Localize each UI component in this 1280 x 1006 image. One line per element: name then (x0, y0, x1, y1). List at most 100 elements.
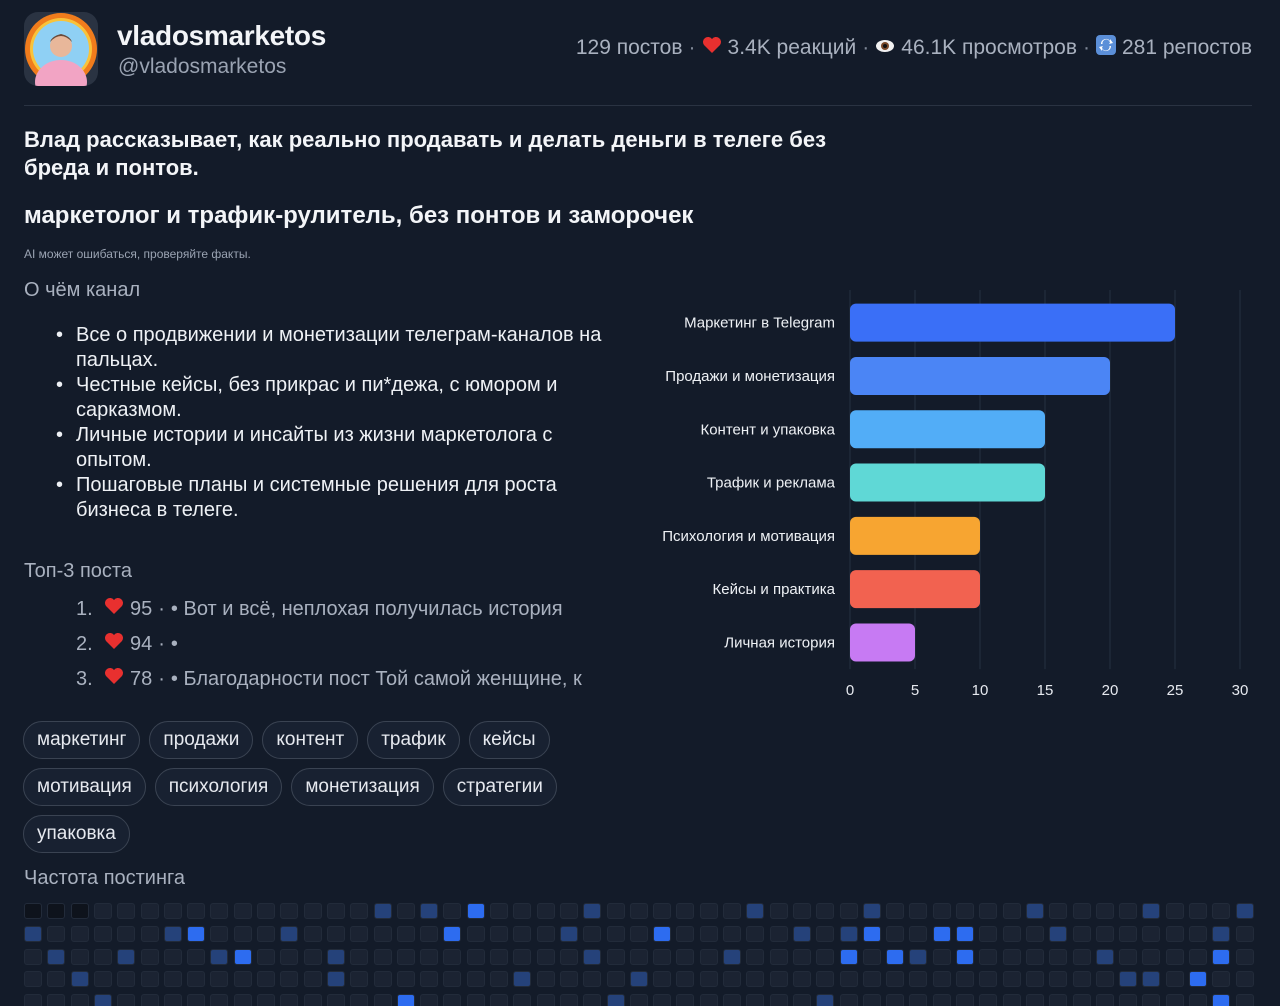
frequency-cell (257, 948, 275, 965)
views-count: 46.1K просмотров (901, 36, 1077, 59)
ai-disclaimer: AI может ошибаться, проверяйте факты. (24, 247, 251, 261)
bar[interactable] (850, 356, 1110, 395)
frequency-cell (932, 925, 951, 942)
frequency-cell (350, 971, 369, 988)
tag-chip[interactable]: кейсы (468, 721, 550, 759)
frequency-cell (24, 994, 42, 1006)
top-post-item[interactable]: 2. 94 · • (76, 627, 582, 662)
frequency-cell (1165, 903, 1184, 919)
stats-separator: · (862, 36, 870, 59)
tag-chip[interactable]: упаковка (23, 815, 130, 853)
separator: · (158, 633, 165, 655)
frequency-cell (373, 948, 392, 965)
x-tick-label: 0 (846, 682, 854, 699)
frequency-cell (1165, 925, 1184, 942)
bar[interactable] (850, 463, 1045, 502)
frequency-cell (536, 903, 555, 919)
frequency-cell (420, 925, 439, 942)
frequency-cell (117, 903, 136, 919)
frequency-cell (979, 994, 998, 1006)
frequency-cell (583, 903, 602, 919)
x-tick-label: 20 (1102, 682, 1119, 699)
frequency-cell (909, 948, 928, 965)
frequency-cell (93, 925, 112, 942)
avatar[interactable] (24, 12, 98, 86)
bar[interactable] (850, 516, 980, 555)
post-text: • Вот и всё, неплохая получилась история (170, 598, 563, 620)
tag-chip[interactable]: стратегии (442, 768, 557, 806)
frequency-cell (653, 971, 672, 988)
frequency-cell (396, 925, 415, 942)
frequency-cell (699, 948, 718, 965)
frequency-cell (210, 948, 229, 965)
frequency-cell (303, 994, 322, 1006)
frequency-cell (373, 971, 392, 988)
frequency-cell (536, 994, 555, 1006)
bar[interactable] (850, 410, 1045, 449)
frequency-cell (396, 948, 415, 965)
frequency-cell (816, 925, 835, 942)
tag-chip[interactable]: трафик (367, 721, 460, 759)
channel-handle[interactable]: @vladosmarketos (118, 55, 286, 79)
category-label: Психология и мотивация (662, 528, 835, 545)
frequency-cell (932, 948, 951, 965)
frequency-cell (816, 903, 835, 919)
frequency-cell (606, 994, 625, 1006)
frequency-cell (839, 971, 858, 988)
frequency-cell (47, 971, 66, 988)
top-post-item[interactable]: 1. 95 · • Вот и всё, неплохая получилась… (76, 592, 582, 627)
frequency-cell (24, 903, 42, 919)
frequency-cell (1235, 903, 1254, 919)
frequency-cell (70, 994, 89, 1006)
frequency-cell (723, 903, 741, 919)
bar[interactable] (850, 570, 980, 609)
tag-chip[interactable]: психология (154, 768, 283, 806)
frequency-cell (396, 971, 415, 988)
frequency-cell (1165, 948, 1184, 965)
frequency-cell (257, 903, 275, 919)
tag-chip[interactable]: мотивация (23, 768, 146, 806)
frequency-cell (1002, 971, 1021, 988)
frequency-cell (1119, 948, 1138, 965)
frequency-cell (163, 903, 182, 919)
channel-stats: 129 постов · 3.4K реакций · 46.1K просмо… (576, 35, 1252, 61)
frequency-cell (1049, 903, 1068, 919)
frequency-cell (93, 948, 112, 965)
bar[interactable] (850, 623, 915, 662)
frequency-cell (583, 948, 602, 965)
frequency-cell (676, 925, 695, 942)
frequency-cell (1235, 948, 1254, 965)
tag-chip[interactable]: продажи (149, 721, 254, 759)
frequency-cell (396, 903, 415, 919)
frequency-cell (956, 903, 974, 919)
tag-chip[interactable]: контент (262, 721, 359, 759)
frequency-cell (1002, 994, 1021, 1006)
frequency-cell (187, 948, 206, 965)
tag-chip[interactable]: маркетинг (23, 721, 141, 759)
frequency-cell (513, 971, 532, 988)
top-post-item[interactable]: 3. 78 · • Благодарности пост Той самой ж… (76, 662, 582, 697)
frequency-cell (466, 925, 485, 942)
frequency-cell (303, 903, 322, 919)
tag-chip[interactable]: монетизация (291, 768, 434, 806)
frequency-cell (490, 948, 508, 965)
frequency-cell (536, 971, 555, 988)
frequency-cell (373, 903, 392, 919)
list-item: Личные истории и инсайты из жизни маркет… (52, 423, 632, 473)
frequency-cell (443, 948, 462, 965)
frequency-cell (862, 925, 881, 942)
frequency-cell (233, 994, 252, 1006)
tag-list: маркетинг продажи контент трафик кейсы м… (23, 721, 623, 853)
frequency-cell (559, 903, 578, 919)
post-reactions: 95 (130, 598, 153, 620)
frequency-cell (1212, 971, 1231, 988)
stats-separator: · (1083, 36, 1090, 59)
frequency-cell (420, 971, 439, 988)
frequency-cell (1072, 994, 1091, 1006)
frequency-cell (350, 948, 369, 965)
x-tick-label: 30 (1232, 682, 1249, 699)
frequency-cell (559, 948, 578, 965)
post-reactions: 94 (130, 633, 153, 655)
frequency-cell (839, 903, 858, 919)
bar[interactable] (850, 303, 1175, 342)
